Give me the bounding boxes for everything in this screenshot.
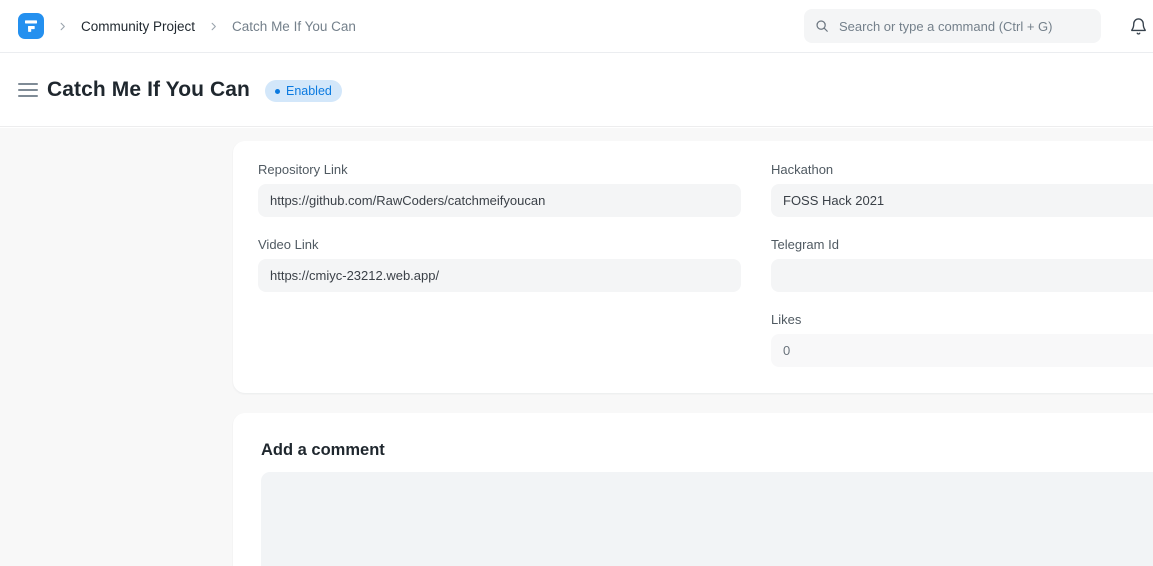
search-icon: [815, 19, 829, 33]
add-comment-title: Add a comment: [261, 442, 1153, 459]
likes-value: [771, 334, 1153, 367]
comments-card: Add a comment: [233, 413, 1153, 566]
page-header: Catch Me If You Can Enabled: [0, 53, 1153, 127]
form-column-right: Hackathon Telegram Id Likes: [771, 163, 1153, 367]
navbar: Community Project Catch Me If You Can: [0, 0, 1153, 53]
form-grid: Repository Link Video Link Hackathon Tel…: [258, 163, 1153, 367]
navbar-actions: [804, 9, 1149, 43]
app-logo[interactable]: [18, 13, 44, 39]
page-title: Catch Me If You Can: [47, 78, 250, 102]
notification-bell-icon[interactable]: [1127, 15, 1149, 37]
hackathon-label: Hackathon: [771, 163, 1153, 177]
sidebar-toggle-icon[interactable]: [18, 83, 38, 97]
breadcrumb-item-current: Catch Me If You Can: [232, 19, 356, 34]
form-page-body: Repository Link Video Link Hackathon Tel…: [0, 128, 1153, 566]
repository-link-input[interactable]: [258, 184, 741, 217]
likes-label: Likes: [771, 313, 1153, 327]
breadcrumb-item-community-project[interactable]: Community Project: [81, 19, 195, 34]
global-search[interactable]: [804, 9, 1101, 43]
hackathon-input[interactable]: [771, 184, 1153, 217]
status-badge-label: Enabled: [286, 84, 332, 98]
field-repository-link: Repository Link: [258, 163, 741, 217]
telegram-id-label: Telegram Id: [771, 238, 1153, 252]
form-column-left: Repository Link Video Link: [258, 163, 741, 367]
status-dot: [275, 89, 280, 94]
chevron-right-icon: [57, 21, 68, 32]
frappe-logo-icon: [24, 19, 38, 33]
field-hackathon: Hackathon: [771, 163, 1153, 217]
field-telegram-id: Telegram Id: [771, 238, 1153, 292]
breadcrumb: Community Project Catch Me If You Can: [18, 13, 804, 39]
chevron-right-icon: [208, 21, 219, 32]
video-link-input[interactable]: [258, 259, 741, 292]
repository-link-label: Repository Link: [258, 163, 741, 177]
comment-input[interactable]: [261, 472, 1153, 566]
form-details-card: Repository Link Video Link Hackathon Tel…: [233, 141, 1153, 393]
search-input[interactable]: [837, 18, 1090, 35]
status-badge: Enabled: [265, 80, 342, 102]
field-likes: Likes: [771, 313, 1153, 367]
telegram-id-input[interactable]: [771, 259, 1153, 292]
field-video-link: Video Link: [258, 238, 741, 292]
video-link-label: Video Link: [258, 238, 741, 252]
